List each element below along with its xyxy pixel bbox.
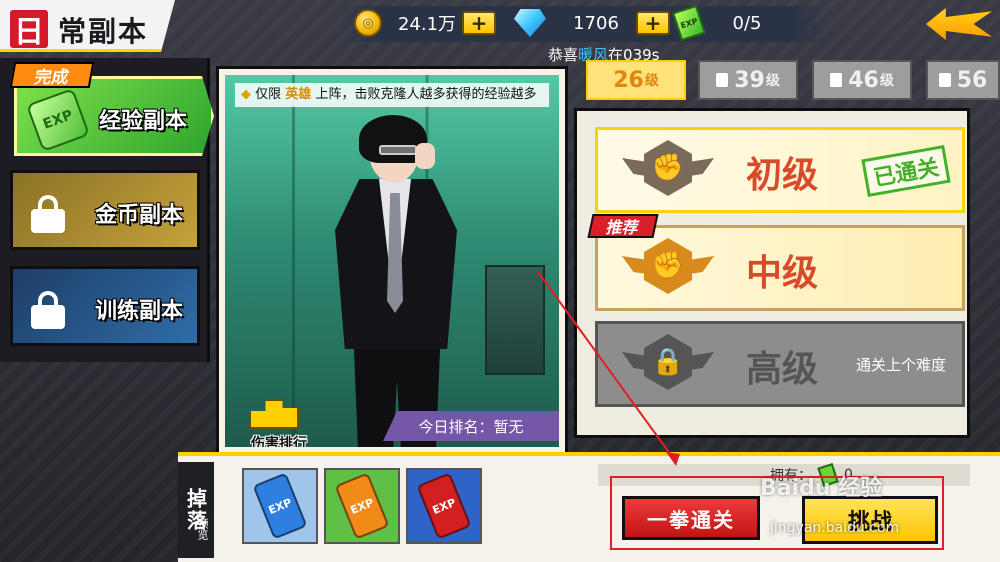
lock-emblem-icon: 🔒	[622, 330, 714, 400]
diamond-icon	[514, 9, 546, 37]
exp-can-icon: EXP	[334, 472, 390, 540]
one-punch-clear-button[interactable]: 一拳通关	[622, 496, 760, 540]
coin-icon: ◎	[354, 9, 382, 37]
drop-item-blue-exp[interactable]: EXP	[242, 468, 318, 544]
difficulty-easy[interactable]: ✊ 初级 已通关	[595, 127, 965, 213]
desc-prefix: 仅限	[255, 87, 282, 102]
level-tab-39[interactable]: 39 级	[698, 60, 798, 100]
drop-item-orange-exp[interactable]: EXP	[324, 468, 400, 544]
lock-icon	[31, 195, 65, 233]
bullet-diamond-icon: ◆	[241, 87, 251, 102]
tab-train-label: 训练副本	[94, 299, 183, 324]
level-tab-46[interactable]: 46 级	[812, 60, 912, 100]
difficulty-panel: ✊ 初级 已通关 推荐 ✊ 中级 🔒 高级 通关上个难度	[574, 108, 970, 438]
hero-character	[321, 115, 471, 447]
lock-icon	[716, 73, 729, 87]
damage-ranking-button[interactable]: 伤害排行	[245, 393, 307, 447]
drop-preview-bar: 掉落 预览 EXP EXP EXP 拥有： 0 一拳通关 挑战	[178, 452, 1000, 562]
tab-gold-dungeon[interactable]: 金币副本	[10, 170, 200, 250]
dungeon-tab-panel: EXP 经验副本 金币副本 训练副本	[0, 58, 214, 362]
level-tab-56[interactable]: 56	[926, 60, 1000, 100]
level-num: 26	[613, 67, 644, 93]
level-tabs: 26 级 39 级 46 级 56	[582, 56, 1000, 106]
desc-highlight: 英雄	[285, 87, 312, 102]
gem-resource: 1706 +	[514, 9, 670, 37]
drop-item-red-exp[interactable]: EXP	[406, 468, 482, 544]
title-rest: 常副本	[58, 15, 149, 48]
add-coins-button[interactable]: +	[462, 11, 496, 35]
marquee-prefix: 恭喜	[548, 46, 579, 64]
level-unit: 级	[765, 73, 780, 89]
completed-badge: 完成	[9, 62, 95, 88]
cleared-stamp: 已通关	[861, 144, 951, 198]
drop-label: 掉落	[178, 462, 214, 558]
level-unit: 级	[644, 73, 659, 89]
exp-can-icon: EXP	[252, 472, 308, 540]
coin-value: 24.1万	[397, 14, 457, 35]
lock-icon	[938, 73, 951, 87]
tab-exp-label: 经验副本	[98, 109, 187, 134]
lock-icon	[830, 73, 843, 87]
coin-resource: ◎ 24.1万 +	[354, 9, 496, 37]
drop-preview-label: 预览	[196, 518, 209, 540]
difficulty-easy-name: 初级	[746, 155, 819, 196]
tab-exp-dungeon[interactable]: EXP 经验副本	[14, 76, 214, 156]
hero-illustration: ◆ 仅限 英雄 上阵，击败克隆人越多获得的经验越多 伤害排行 今日排名：暂无	[225, 75, 559, 447]
today-rank: 今日排名：暂无	[383, 411, 559, 441]
level-num: 46	[848, 67, 879, 93]
exp-can-icon: EXP	[25, 87, 91, 153]
fist-emblem-icon: ✊	[622, 234, 714, 304]
ticket-icon: EXP	[672, 4, 706, 42]
add-gems-button[interactable]: +	[636, 11, 670, 35]
difficulty-hard-name: 高级	[746, 349, 819, 390]
background-safe	[485, 265, 545, 375]
ticket-resource: EXP 0/5	[672, 4, 782, 42]
exp-can-icon: EXP	[416, 472, 472, 540]
lock-icon	[31, 291, 65, 329]
level-tab-26[interactable]: 26 级	[586, 60, 686, 100]
tab-training-dungeon[interactable]: 训练副本	[10, 266, 200, 346]
watermark-url: jingyan.baidu.com	[770, 520, 900, 536]
dungeon-description: ◆ 仅限 英雄 上阵，击败克隆人越多获得的经验越多	[235, 83, 549, 107]
unlock-condition: 通关上个难度	[855, 356, 946, 374]
tab-gold-label: 金币副本	[94, 203, 183, 228]
level-num: 39	[734, 67, 765, 93]
desc-suffix: 上阵，击败克隆人越多获得的经验越多	[315, 87, 537, 102]
podium-icon	[249, 399, 299, 429]
watermark: Baidu 经验	[760, 476, 883, 501]
difficulty-medium-name: 中级	[746, 253, 819, 294]
hero-card: ◆ 仅限 英雄 上阵，击败克隆人越多获得的经验越多 伤害排行 今日排名：暂无	[216, 66, 568, 456]
difficulty-medium[interactable]: 推荐 ✊ 中级	[587, 214, 965, 311]
damage-ranking-label: 伤害排行	[251, 436, 307, 447]
title-first-char: 日	[10, 10, 48, 50]
level-unit: 级	[879, 73, 894, 89]
ticket-value: 0/5	[732, 12, 762, 34]
difficulty-hard[interactable]: 🔒 高级 通关上个难度	[595, 321, 965, 407]
page-title: 日 常副本	[0, 0, 175, 52]
gem-value: 1706	[573, 12, 619, 34]
level-num: 56	[956, 67, 988, 93]
fist-emblem-icon: ✊	[622, 136, 714, 206]
